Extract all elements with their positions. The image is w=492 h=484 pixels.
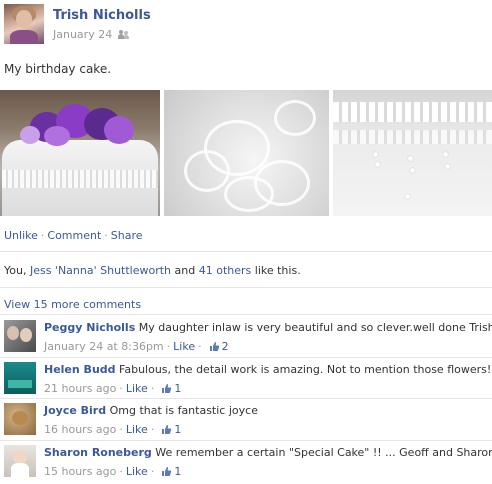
comment-item: Joyce Bird Omg that is fantastic joyce 1… <box>4 403 488 439</box>
post-meta: January 24 <box>53 28 130 41</box>
likes-summary: You, Jess 'Nanna' Shuttleworth and 41 ot… <box>4 264 301 277</box>
divider <box>0 251 492 252</box>
commenter-avatar[interactable] <box>4 445 36 477</box>
commenter-avatar[interactable] <box>4 320 36 352</box>
comment-text: We remember a certain "Special Cake" !! … <box>155 446 492 459</box>
likes-prefix: You, <box>4 264 30 277</box>
author-name[interactable]: Trish Nicholls <box>53 8 151 23</box>
cake-photo-2[interactable] <box>164 90 329 216</box>
comment-text: Fabulous, the detail work is amazing. No… <box>119 363 492 376</box>
thumbs-up-icon[interactable] <box>209 341 220 352</box>
comment-text: Omg that is fantastic joyce <box>109 404 258 417</box>
separator: · <box>119 423 123 436</box>
comment-text: My daughter inlaw is very beautiful and … <box>138 321 492 334</box>
photo-grid <box>0 90 492 216</box>
divider <box>0 440 492 441</box>
comment-time[interactable]: January 24 at 8:36pm <box>44 340 164 353</box>
author-avatar[interactable] <box>4 4 44 44</box>
divider <box>0 314 492 315</box>
commenter-name[interactable]: Helen Budd <box>44 363 116 376</box>
comment-time[interactable]: 16 hours ago <box>44 423 116 436</box>
like-count[interactable]: 2 <box>222 340 229 353</box>
post-date[interactable]: January 24 <box>53 28 112 41</box>
separator: · <box>150 465 155 478</box>
commenter-name[interactable]: Joyce Bird <box>44 404 106 417</box>
thumbs-up-icon[interactable] <box>161 466 172 477</box>
divider <box>0 357 492 358</box>
commenter-name[interactable]: Sharon Roneberg <box>44 446 152 459</box>
like-count[interactable]: 1 <box>174 465 181 478</box>
like-count[interactable]: 1 <box>174 423 181 436</box>
others-link[interactable]: 41 others <box>199 264 252 277</box>
comment-link[interactable]: Comment <box>47 229 101 242</box>
like-link[interactable]: Like <box>126 465 148 478</box>
commenter-avatar[interactable] <box>4 403 36 435</box>
share-link[interactable]: Share <box>111 229 143 242</box>
separator: · <box>198 340 202 353</box>
comment-item: Peggy Nicholls My daughter inlaw is very… <box>4 320 492 356</box>
post-actions: Unlike · Comment · Share <box>4 229 143 242</box>
separator: · <box>150 423 155 436</box>
comment-time[interactable]: 15 hours ago <box>44 465 116 478</box>
like-count[interactable]: 1 <box>174 382 181 395</box>
comment-item: Helen Budd Fabulous, the detail work is … <box>4 362 492 398</box>
separator: · <box>119 382 123 395</box>
view-more-comments-link[interactable]: View 15 more comments <box>4 298 141 311</box>
separator: · <box>166 340 171 353</box>
comment-time[interactable]: 21 hours ago <box>44 382 116 395</box>
thumbs-up-icon[interactable] <box>161 383 172 394</box>
likes-suffix: like this. <box>251 264 301 277</box>
post-header: Trish Nicholls January 24 <box>4 4 484 44</box>
likes-middle: and <box>171 264 199 277</box>
friends-icon[interactable] <box>118 30 130 39</box>
thumbs-up-icon[interactable] <box>161 424 172 435</box>
separator: · <box>119 465 123 478</box>
separator: · <box>104 229 108 242</box>
divider <box>0 398 492 399</box>
cake-photo-3[interactable] <box>333 90 492 216</box>
divider <box>0 287 492 288</box>
cake-photo-1[interactable] <box>0 90 160 216</box>
liker-link[interactable]: Jess 'Nanna' Shuttleworth <box>30 264 171 277</box>
post-message: My birthday cake. <box>4 62 112 76</box>
separator: · <box>40 229 45 242</box>
like-link[interactable]: Like <box>173 340 195 353</box>
commenter-name[interactable]: Peggy Nicholls <box>44 321 135 334</box>
like-link[interactable]: Like <box>126 382 148 395</box>
like-link[interactable]: Like <box>126 423 148 436</box>
separator: · <box>150 382 155 395</box>
commenter-avatar[interactable] <box>4 362 36 394</box>
comment-item: Sharon Roneberg We remember a certain "S… <box>4 445 492 481</box>
unlike-link[interactable]: Unlike <box>4 229 38 242</box>
